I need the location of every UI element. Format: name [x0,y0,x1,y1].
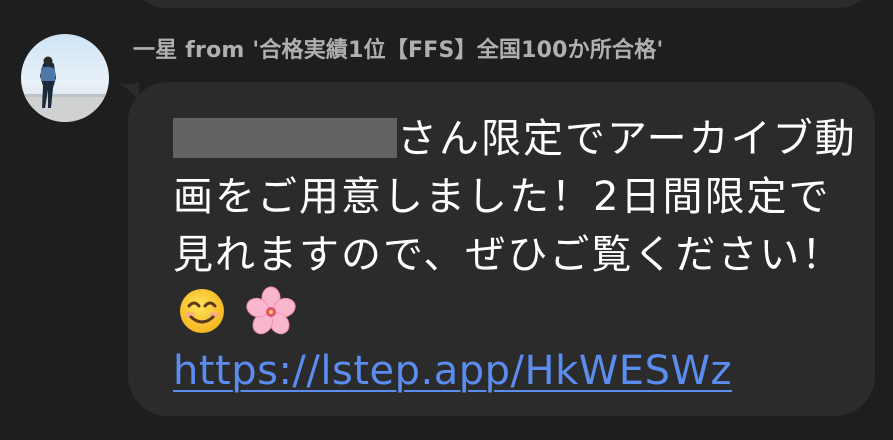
redacted-username [173,118,397,158]
cherry-blossom-emoji-icon [246,286,296,335]
message-body: さん限定でアーカイブ動画をご用意しました！2日間限定で見れますので、ぜひご覧くだ… [173,110,863,400]
message-link[interactable]: https://lstep.app/HkWESWz [173,348,732,394]
avatar-photo-icon [21,34,109,122]
chat-screen: 一星 from '合格実績1位【FFS】全国100か所合格' さん限定でアーカイ… [0,0,893,440]
message-bubble[interactable]: さん限定でアーカイブ動画をご用意しました！2日間限定で見れますので、ぜひご覧くだ… [128,82,875,416]
sender-name: 一星 from '合格実績1位【FFS】全国100か所合格' [133,38,664,63]
smiling-face-emoji-icon [180,289,224,333]
previous-message-bubble [130,0,875,8]
sender-avatar[interactable] [21,34,109,122]
